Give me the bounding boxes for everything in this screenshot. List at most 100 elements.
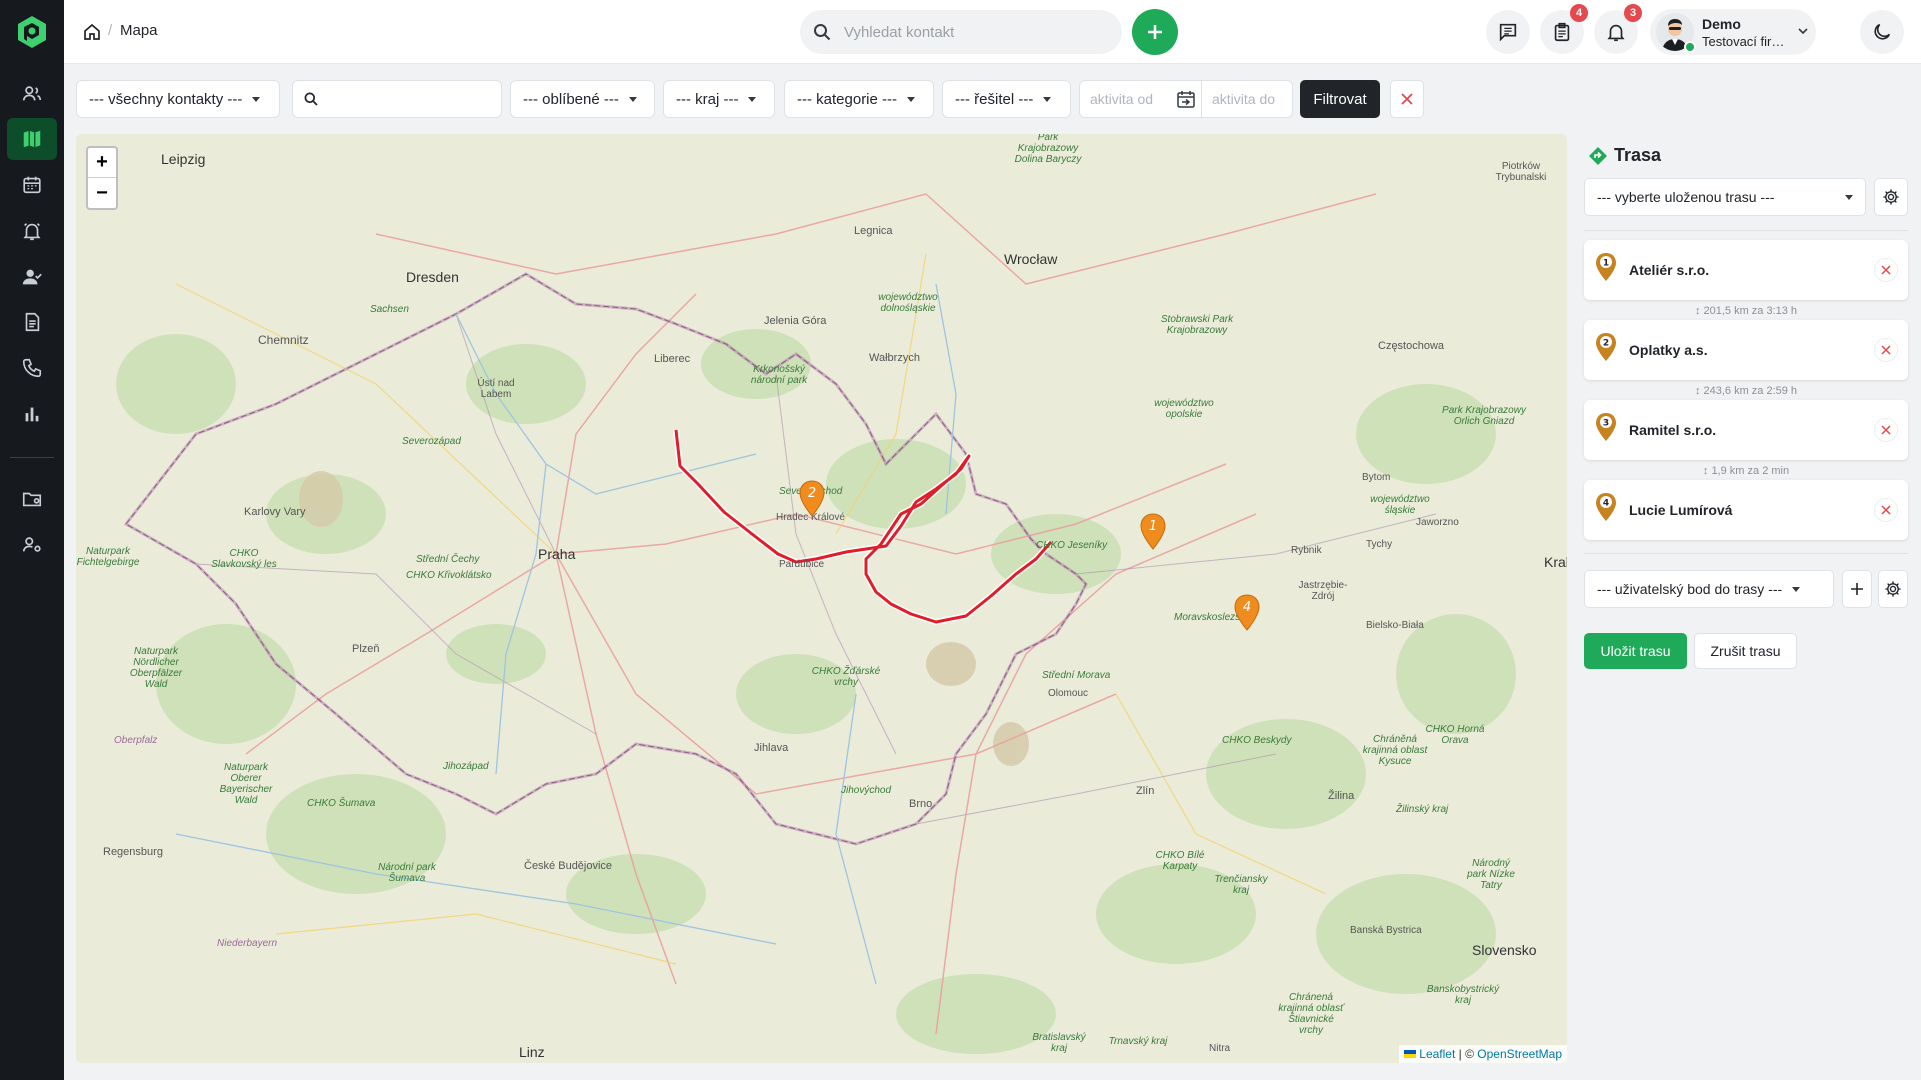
saved-route-select[interactable]: --- vyberte uloženou trasu --- bbox=[1584, 178, 1866, 216]
route-stop-3[interactable]: 3 Ramitel s.r.o. bbox=[1584, 400, 1908, 460]
contacts-filter-select[interactable]: --- všechny kontakty --- bbox=[76, 80, 280, 118]
map-label: Slovensko bbox=[1472, 942, 1537, 958]
remove-stop-button[interactable] bbox=[1874, 498, 1898, 522]
filter-search-field[interactable] bbox=[292, 80, 502, 118]
numbered-pin-icon: 4 bbox=[1596, 493, 1616, 521]
map-label: CHKO Žďárské vrchy bbox=[811, 666, 881, 688]
map-label: Trenčiansky kraj bbox=[1214, 874, 1268, 896]
custom-point-settings-button[interactable] bbox=[1878, 570, 1908, 608]
caret-down-icon bbox=[748, 96, 757, 102]
clipboard-icon bbox=[1554, 22, 1570, 42]
caret-down-icon bbox=[1845, 194, 1853, 200]
route-stop-2[interactable]: 2 Oplatky a.s. bbox=[1584, 320, 1908, 380]
map-label: Chemnitz bbox=[258, 333, 309, 347]
map-label: Park Krajobrazowy Dolina Baryczy bbox=[1014, 134, 1082, 165]
stop-number: 1 bbox=[1603, 259, 1609, 269]
map-label: Banská Bystrica bbox=[1350, 925, 1422, 936]
leaflet-link[interactable]: Leaflet bbox=[1419, 1047, 1455, 1061]
caret-down-icon bbox=[1043, 96, 1052, 102]
map-label: Jelenia Góra bbox=[764, 315, 827, 327]
favorites-filter-select[interactable]: --- oblíbené --- bbox=[510, 80, 655, 118]
nav-reports[interactable] bbox=[7, 393, 57, 435]
add-custom-point-button[interactable] bbox=[1842, 570, 1872, 608]
map-label: Severozápad bbox=[402, 436, 461, 447]
map-label: Linz bbox=[519, 1044, 545, 1060]
map-marker-4[interactable]: 4 bbox=[1233, 594, 1261, 632]
map-label: Zlín bbox=[1136, 785, 1155, 797]
map-marker-1[interactable]: 1 bbox=[1139, 513, 1167, 551]
map-label: Sachsen bbox=[370, 304, 409, 315]
caret-down-icon bbox=[628, 96, 637, 102]
user-name: Demo bbox=[1702, 16, 1741, 32]
map-label: Národní park Šumava bbox=[378, 862, 436, 884]
map-label: CHKO Slavkovský les bbox=[211, 548, 277, 570]
map-label: Chráněná krajinná oblast Kysuce bbox=[1362, 734, 1428, 767]
zoom-out-button[interactable]: − bbox=[88, 178, 116, 208]
calendar-arrow-icon bbox=[1177, 91, 1195, 108]
remove-stop-button[interactable] bbox=[1874, 418, 1898, 442]
search-icon bbox=[814, 24, 831, 41]
breadcrumb-current: Mapa bbox=[120, 22, 158, 39]
stop-name: Lucie Lumírová bbox=[1629, 502, 1733, 518]
notifications-button[interactable]: 3 bbox=[1594, 4, 1642, 54]
map-label: województwo opolskie bbox=[1154, 398, 1214, 420]
nav-reminders[interactable] bbox=[7, 210, 57, 252]
map-label: Park Krajobrazowy Orlich Gniazd bbox=[1442, 405, 1526, 427]
category-filter-select[interactable]: --- kategorie --- bbox=[784, 80, 934, 118]
moon-icon bbox=[1874, 23, 1891, 40]
contacts-filter-value: --- všechny kontakty --- bbox=[89, 90, 243, 108]
nav-user-settings[interactable] bbox=[7, 524, 57, 566]
caret-down-icon bbox=[252, 96, 261, 102]
remove-stop-button[interactable] bbox=[1874, 338, 1898, 362]
user-settings-icon bbox=[22, 537, 41, 552]
map-label: Naturpark Fichtelgebirge bbox=[76, 546, 140, 568]
map-label: Střední Čechy bbox=[416, 554, 480, 565]
tasks-button[interactable]: 4 bbox=[1540, 4, 1588, 54]
activity-to-input[interactable] bbox=[1201, 80, 1293, 118]
nav-user-tasks[interactable] bbox=[7, 256, 57, 298]
map-label: Národný park Nízke Tatry bbox=[1467, 858, 1515, 891]
save-route-button[interactable]: Uložit trasu bbox=[1584, 633, 1687, 669]
remove-stop-button[interactable] bbox=[1874, 258, 1898, 282]
nav-documents[interactable] bbox=[7, 301, 57, 343]
nav-contacts[interactable] bbox=[7, 73, 57, 115]
activity-from-input[interactable] bbox=[1079, 80, 1171, 118]
nav-calendar[interactable] bbox=[7, 164, 57, 206]
assignee-filter-select[interactable]: --- řešitel --- bbox=[942, 80, 1071, 118]
saved-route-value: --- vyberte uloženou trasu --- bbox=[1597, 189, 1775, 205]
add-button[interactable] bbox=[1132, 9, 1178, 55]
route-stop-1[interactable]: 1 Ateliér s.r.o. bbox=[1584, 240, 1908, 300]
stop-name: Ramitel s.r.o. bbox=[1629, 422, 1717, 438]
marker-number: 2 bbox=[808, 486, 816, 501]
app-logo-icon[interactable] bbox=[14, 14, 50, 50]
stop-number: 4 bbox=[1603, 499, 1609, 509]
alarm-bell-icon bbox=[23, 223, 41, 241]
contact-search-input[interactable] bbox=[844, 10, 1104, 54]
dark-mode-toggle[interactable] bbox=[1860, 10, 1904, 54]
clear-filters-button[interactable] bbox=[1390, 80, 1424, 118]
date-range-picker-button[interactable] bbox=[1170, 80, 1202, 118]
nav-calls[interactable] bbox=[7, 347, 57, 389]
nav-folders[interactable] bbox=[7, 478, 57, 520]
custom-point-select[interactable]: --- uživatelský bod do trasy --- bbox=[1584, 570, 1834, 608]
messages-button[interactable] bbox=[1486, 10, 1530, 54]
map-label: CHKO Šumava bbox=[307, 798, 376, 809]
route-settings-button[interactable] bbox=[1874, 178, 1908, 216]
user-check-icon bbox=[22, 269, 42, 285]
zoom-in-button[interactable]: + bbox=[88, 148, 116, 178]
nav-map[interactable] bbox=[7, 118, 57, 160]
map-marker-2[interactable]: 2 bbox=[798, 480, 826, 518]
home-icon[interactable] bbox=[82, 22, 102, 42]
region-filter-select[interactable]: --- kraj --- bbox=[663, 80, 775, 118]
filter-button[interactable]: Filtrovat bbox=[1300, 80, 1380, 118]
route-stop-4[interactable]: 4 Lucie Lumírová bbox=[1584, 480, 1908, 540]
map-label: Tychy bbox=[1366, 539, 1393, 550]
cancel-route-button[interactable]: Zrušit trasu bbox=[1694, 633, 1797, 669]
map[interactable]: Leipzig Dresden Sachsen Chemnitz Ústí na… bbox=[76, 134, 1567, 1063]
stop-name: Ateliér s.r.o. bbox=[1629, 262, 1710, 278]
online-status-dot bbox=[1684, 41, 1696, 53]
map-label: Leipzig bbox=[161, 151, 206, 167]
user-menu[interactable]: Demo Testovací firma s.r... bbox=[1650, 9, 1816, 55]
route-leg-info: ↕ 1,9 km za 2 min bbox=[1702, 465, 1790, 477]
osm-link[interactable]: OpenStreetMap bbox=[1477, 1047, 1562, 1061]
